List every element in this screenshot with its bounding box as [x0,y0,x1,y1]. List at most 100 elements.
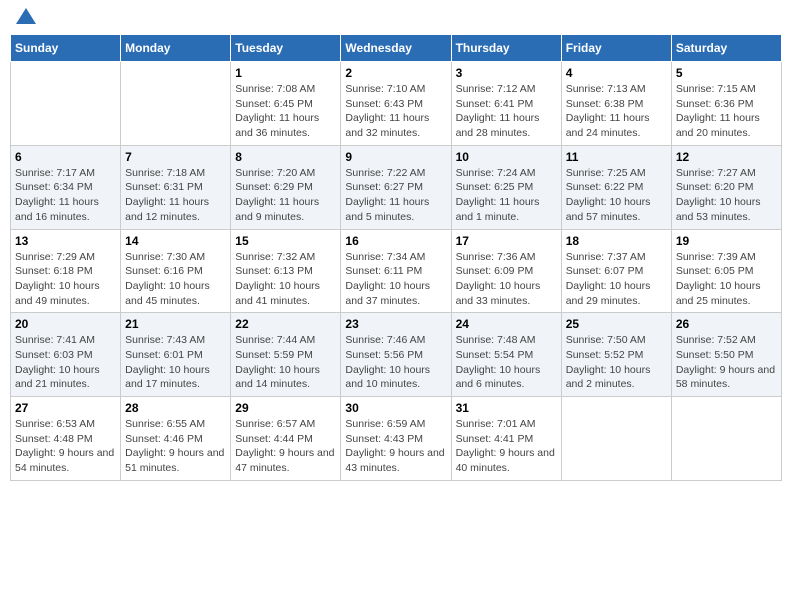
day-info: Sunrise: 7:29 AM Sunset: 6:18 PM Dayligh… [15,250,116,309]
calendar-cell: 1 Sunrise: 7:08 AM Sunset: 6:45 PM Daylig… [231,62,341,146]
calendar-cell: 31Sunrise: 7:01 AM Sunset: 4:41 PM Dayli… [451,397,561,481]
day-info: Sunrise: 7:44 AM Sunset: 5:59 PM Dayligh… [235,333,336,392]
day-number: 9 [345,150,446,164]
calendar-week-row: 6Sunrise: 7:17 AM Sunset: 6:34 PM Daylig… [11,145,782,229]
day-info: Sunrise: 7:32 AM Sunset: 6:13 PM Dayligh… [235,250,336,309]
calendar-cell [671,397,781,481]
day-number: 29 [235,401,336,415]
calendar-week-row: 1 Sunrise: 7:08 AM Sunset: 6:45 PM Daylig… [11,62,782,146]
day-info: Sunrise: 6:57 AM Sunset: 4:44 PM Dayligh… [235,417,336,476]
day-number: 3 [456,66,557,80]
day-info: Sunrise: 7:15 AM Sunset: 6:36 PM Dayligh… [676,82,777,141]
day-number: 6 [15,150,116,164]
day-number: 21 [125,317,226,331]
day-of-week-header: Saturday [671,35,781,62]
day-of-week-header: Monday [121,35,231,62]
day-number: 4 [566,66,667,80]
logo [14,10,36,26]
day-of-week-header: Friday [561,35,671,62]
calendar-cell: 3 Sunrise: 7:12 AM Sunset: 6:41 PM Daylig… [451,62,561,146]
day-number: 28 [125,401,226,415]
calendar-cell: 30 Sunrise: 6:59 AM Sunset: 4:43 PM Dayli… [341,397,451,481]
logo-icon [16,6,36,26]
day-info: Sunrise: 7:39 AM Sunset: 6:05 PM Dayligh… [676,250,777,309]
day-number: 24 [456,317,557,331]
day-of-week-header: Sunday [11,35,121,62]
calendar-cell: 15Sunrise: 7:32 AM Sunset: 6:13 PM Dayli… [231,229,341,313]
day-info: Sunrise: 7:25 AM Sunset: 6:22 PM Dayligh… [566,166,667,225]
day-number: 18 [566,234,667,248]
day-info: Sunrise: 6:59 AM Sunset: 4:43 PM Dayligh… [345,417,446,476]
day-info: Sunrise: 7:50 AM Sunset: 5:52 PM Dayligh… [566,333,667,392]
calendar-cell: 26 Sunrise: 7:52 AM Sunset: 5:50 PM Dayli… [671,313,781,397]
day-number: 13 [15,234,116,248]
calendar-cell: 8 Sunrise: 7:20 AM Sunset: 6:29 PM Daylig… [231,145,341,229]
day-number: 25 [566,317,667,331]
day-number: 14 [125,234,226,248]
calendar-cell: 20Sunrise: 7:41 AM Sunset: 6:03 PM Dayli… [11,313,121,397]
calendar-cell: 14 Sunrise: 7:30 AM Sunset: 6:16 PM Dayli… [121,229,231,313]
calendar-cell: 11 Sunrise: 7:25 AM Sunset: 6:22 PM Dayli… [561,145,671,229]
calendar-cell: 6Sunrise: 7:17 AM Sunset: 6:34 PM Daylig… [11,145,121,229]
day-number: 22 [235,317,336,331]
day-info: Sunrise: 7:41 AM Sunset: 6:03 PM Dayligh… [15,333,116,392]
calendar-cell [11,62,121,146]
day-info: Sunrise: 7:01 AM Sunset: 4:41 PM Dayligh… [456,417,557,476]
day-of-week-header: Wednesday [341,35,451,62]
calendar-cell: 21 Sunrise: 7:43 AM Sunset: 6:01 PM Dayli… [121,313,231,397]
day-info: Sunrise: 7:37 AM Sunset: 6:07 PM Dayligh… [566,250,667,309]
day-info: Sunrise: 7:36 AM Sunset: 6:09 PM Dayligh… [456,250,557,309]
calendar-cell: 18 Sunrise: 7:37 AM Sunset: 6:07 PM Dayli… [561,229,671,313]
calendar-cell: 27 Sunrise: 6:53 AM Sunset: 4:48 PM Dayli… [11,397,121,481]
calendar-cell [121,62,231,146]
day-info: Sunrise: 7:08 AM Sunset: 6:45 PM Dayligh… [235,82,336,141]
day-info: Sunrise: 6:55 AM Sunset: 4:46 PM Dayligh… [125,417,226,476]
day-info: Sunrise: 7:20 AM Sunset: 6:29 PM Dayligh… [235,166,336,225]
calendar-cell: 13 Sunrise: 7:29 AM Sunset: 6:18 PM Dayli… [11,229,121,313]
day-info: Sunrise: 7:24 AM Sunset: 6:25 PM Dayligh… [456,166,557,225]
day-info: Sunrise: 7:27 AM Sunset: 6:20 PM Dayligh… [676,166,777,225]
calendar-header-row: SundayMondayTuesdayWednesdayThursdayFrid… [11,35,782,62]
day-info: Sunrise: 7:18 AM Sunset: 6:31 PM Dayligh… [125,166,226,225]
day-info: Sunrise: 7:30 AM Sunset: 6:16 PM Dayligh… [125,250,226,309]
calendar-week-row: 20Sunrise: 7:41 AM Sunset: 6:03 PM Dayli… [11,313,782,397]
day-info: Sunrise: 7:48 AM Sunset: 5:54 PM Dayligh… [456,333,557,392]
day-info: Sunrise: 6:53 AM Sunset: 4:48 PM Dayligh… [15,417,116,476]
calendar-cell: 16Sunrise: 7:34 AM Sunset: 6:11 PM Dayli… [341,229,451,313]
page-header [10,10,782,26]
day-number: 16 [345,234,446,248]
calendar-week-row: 27 Sunrise: 6:53 AM Sunset: 4:48 PM Dayli… [11,397,782,481]
day-info: Sunrise: 7:13 AM Sunset: 6:38 PM Dayligh… [566,82,667,141]
calendar-cell: 17Sunrise: 7:36 AM Sunset: 6:09 PM Dayli… [451,229,561,313]
day-number: 10 [456,150,557,164]
calendar-cell: 24 Sunrise: 7:48 AM Sunset: 5:54 PM Dayli… [451,313,561,397]
calendar-cell: 23 Sunrise: 7:46 AM Sunset: 5:56 PM Dayli… [341,313,451,397]
calendar-cell: 10 Sunrise: 7:24 AM Sunset: 6:25 PM Dayli… [451,145,561,229]
day-number: 23 [345,317,446,331]
calendar-cell: 4 Sunrise: 7:13 AM Sunset: 6:38 PM Daylig… [561,62,671,146]
calendar-cell: 19Sunrise: 7:39 AM Sunset: 6:05 PM Dayli… [671,229,781,313]
calendar-cell: 22 Sunrise: 7:44 AM Sunset: 5:59 PM Dayli… [231,313,341,397]
calendar-cell: 2Sunrise: 7:10 AM Sunset: 6:43 PM Daylig… [341,62,451,146]
day-number: 2 [345,66,446,80]
day-info: Sunrise: 7:43 AM Sunset: 6:01 PM Dayligh… [125,333,226,392]
calendar-cell: 25 Sunrise: 7:50 AM Sunset: 5:52 PM Dayli… [561,313,671,397]
calendar-week-row: 13 Sunrise: 7:29 AM Sunset: 6:18 PM Dayli… [11,229,782,313]
day-info: Sunrise: 7:12 AM Sunset: 6:41 PM Dayligh… [456,82,557,141]
day-info: Sunrise: 7:52 AM Sunset: 5:50 PM Dayligh… [676,333,777,392]
calendar-cell: 12Sunrise: 7:27 AM Sunset: 6:20 PM Dayli… [671,145,781,229]
day-of-week-header: Tuesday [231,35,341,62]
calendar-cell [561,397,671,481]
day-number: 30 [345,401,446,415]
day-number: 11 [566,150,667,164]
day-number: 1 [235,66,336,80]
calendar-cell: 29 Sunrise: 6:57 AM Sunset: 4:44 PM Dayli… [231,397,341,481]
calendar-cell: 28 Sunrise: 6:55 AM Sunset: 4:46 PM Dayli… [121,397,231,481]
day-number: 7 [125,150,226,164]
day-of-week-header: Thursday [451,35,561,62]
calendar-cell: 9Sunrise: 7:22 AM Sunset: 6:27 PM Daylig… [341,145,451,229]
day-number: 27 [15,401,116,415]
day-number: 26 [676,317,777,331]
day-number: 8 [235,150,336,164]
day-info: Sunrise: 7:46 AM Sunset: 5:56 PM Dayligh… [345,333,446,392]
